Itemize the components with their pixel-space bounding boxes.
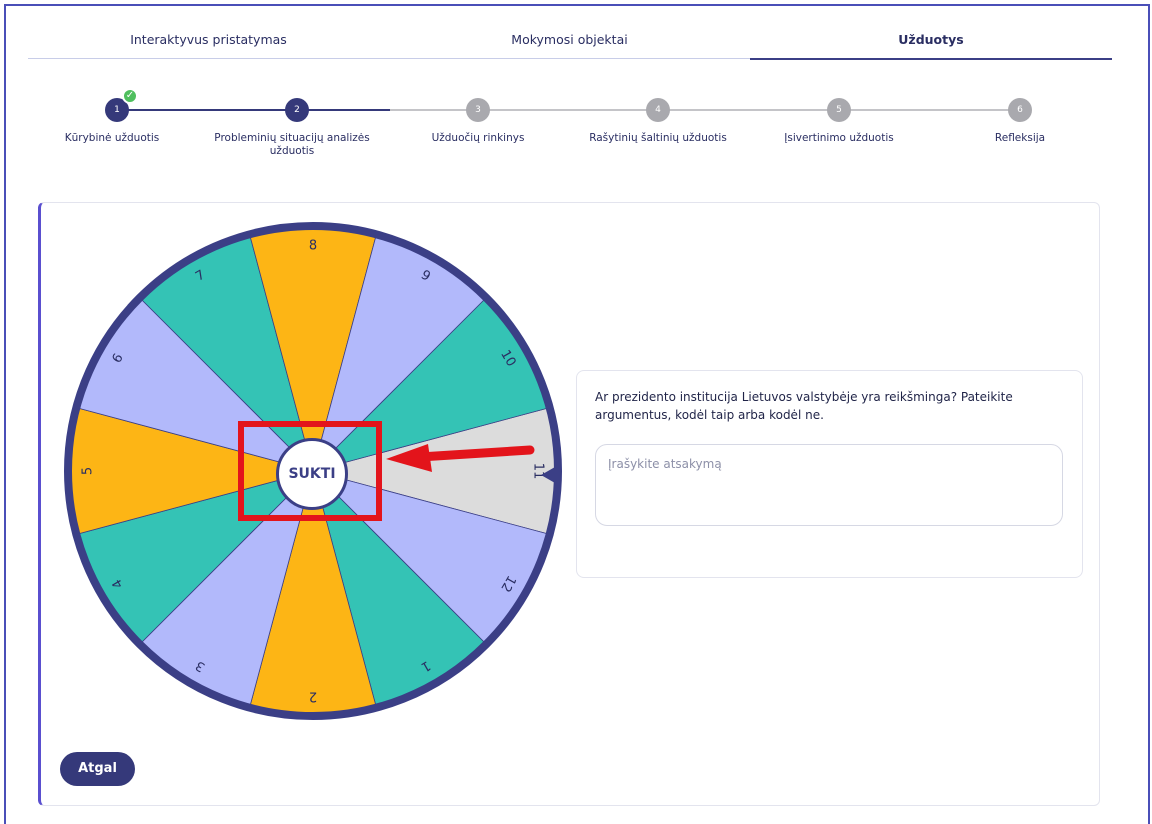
tab-interactive-presentation[interactable]: Interaktyvus pristatymas — [28, 26, 389, 60]
step-3-dot[interactable]: 3 — [466, 98, 490, 122]
step-2-dot[interactable]: 2 — [285, 98, 309, 122]
step-5-dot[interactable]: 5 — [827, 98, 851, 122]
step-6-dot[interactable]: 6 — [1008, 98, 1032, 122]
step-4-label: Rašytinių šaltinių užduotis — [589, 132, 727, 144]
step-1-label: Kūrybinė užduotis — [64, 132, 160, 144]
wheel-label-5: 5 — [81, 467, 96, 475]
step-3-label: Užduočių rinkinys — [431, 132, 525, 144]
stepper-line-current — [297, 109, 390, 111]
step-5-label: Įsivertinimo užduotis — [784, 132, 894, 144]
wheel-label-8: 8 — [309, 239, 317, 254]
step-4-dot[interactable]: 4 — [646, 98, 670, 122]
step-6-label: Refleksija — [994, 132, 1046, 144]
tab-learning-objects[interactable]: Mokymosi objektai — [389, 26, 750, 60]
check-icon: ✓ — [122, 88, 138, 104]
stepper-line-done — [117, 109, 297, 111]
answer-input[interactable] — [595, 444, 1063, 526]
tab-bar: Interaktyvus pristatymas Mokymosi objekt… — [28, 26, 1112, 60]
highlight-box — [238, 421, 382, 521]
wheel-label-2: 2 — [309, 689, 317, 704]
task-stepper: 1 ✓ 2 3 4 5 6 Kūrybinė užduotis Problemi… — [0, 88, 1152, 176]
question-text: Ar prezidento institucija Lietuvos valst… — [595, 390, 1013, 422]
tab-tasks[interactable]: Užduotys — [750, 26, 1112, 60]
back-button[interactable]: Atgal — [60, 752, 135, 786]
red-arrow-icon — [386, 444, 535, 472]
step-2-label: Probleminių situacijų analizės užduotis — [214, 132, 370, 157]
